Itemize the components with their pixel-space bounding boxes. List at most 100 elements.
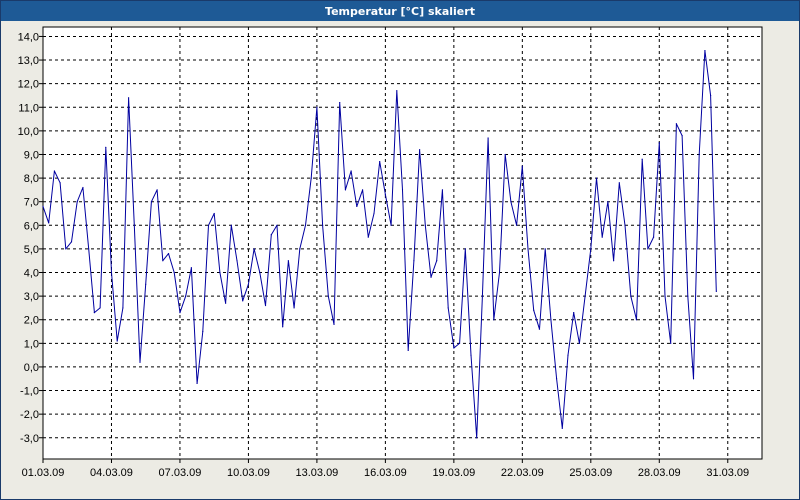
temperature-data-point xyxy=(687,295,689,297)
temperature-data-point xyxy=(584,295,586,297)
y-tick-label: 9,0 xyxy=(24,149,39,161)
temperature-data-point xyxy=(510,201,512,203)
temperature-data-point xyxy=(384,194,386,196)
temperature-data-point xyxy=(647,248,649,250)
temperature-data-point xyxy=(287,260,289,262)
temperature-data-point xyxy=(76,201,78,203)
chart-area: 14,0 13,0 12,0 11,0 10,0 9,0 8,0 7,0 6,0 5,0 4,0 3,… xyxy=(1,21,799,499)
temperature-data-point xyxy=(590,248,592,250)
temperature-data-point xyxy=(327,295,329,297)
x-tick-label: 07.03.09 xyxy=(159,467,202,479)
temperature-data-point xyxy=(310,177,312,179)
temperature-data-point xyxy=(538,328,541,330)
temperature-data-point xyxy=(344,189,347,191)
temperature-data-point xyxy=(367,236,369,238)
y-tick-label: 3,0 xyxy=(24,291,39,303)
temperature-data-point xyxy=(698,153,700,156)
temperature-data-point xyxy=(396,90,398,92)
temperature-data-point xyxy=(635,319,638,321)
y-tick-label: 7,0 xyxy=(24,197,39,209)
temperature-data-point xyxy=(127,97,130,99)
temperature-data-point xyxy=(504,153,506,156)
temperature-data-point xyxy=(476,437,478,439)
temperature-data-point xyxy=(390,224,392,226)
temperature-data-point xyxy=(675,123,678,125)
temperature-data-point xyxy=(105,146,107,148)
temperature-data-point xyxy=(116,340,118,342)
temperature-data-point xyxy=(533,309,535,311)
temperature-data-point xyxy=(464,248,466,250)
temperature-data-point xyxy=(299,248,301,250)
temperature-data-point xyxy=(481,295,483,297)
temperature-data-point xyxy=(624,224,626,226)
y-tick-label: 12,0 xyxy=(18,79,39,91)
temperature-data-point xyxy=(276,224,278,226)
temperature-data-point xyxy=(179,312,181,314)
x-tick-label: 28.03.09 xyxy=(638,467,681,479)
temperature-data-point xyxy=(601,236,603,238)
temperature-data-point xyxy=(202,330,204,333)
temperature-data-point xyxy=(53,170,56,172)
temperature-data-point xyxy=(264,304,267,307)
temperature-data-point xyxy=(65,248,67,250)
temperature-data-point xyxy=(373,212,375,215)
y-tick-label: -3,0 xyxy=(20,433,39,445)
temperature-data-point xyxy=(356,205,358,208)
temperature-data-point xyxy=(270,234,272,236)
temperature-data-point xyxy=(253,248,255,250)
x-tick-label: 31.03.09 xyxy=(706,467,749,479)
temperature-data-point xyxy=(401,189,404,191)
y-tick-label: 0,0 xyxy=(24,362,39,374)
x-axis-ticks: 01.03.09 04.03.09 07.03.09 10.03.09 13.03.09… xyxy=(22,459,749,479)
temperature-data-point xyxy=(630,295,632,297)
temperature-data-point xyxy=(316,106,318,108)
temperature-data-point xyxy=(42,205,44,208)
x-tick-label: 22.03.09 xyxy=(501,467,544,479)
x-tick-label: 10.03.09 xyxy=(227,467,270,479)
temperature-line-chart: 14,0 13,0 12,0 11,0 10,0 9,0 8,0 7,0 6,0 5,0 4,0 3,… xyxy=(18,26,763,479)
chart-window: Temperatur [°C] skaliert 14,0 13,0 12,0 11,… xyxy=(0,0,800,500)
y-tick-label: 13,0 xyxy=(18,55,39,67)
temperature-data-point xyxy=(88,248,90,250)
x-tick-label: 04.03.09 xyxy=(90,467,133,479)
temperature-data-point xyxy=(99,307,101,309)
temperature-data-point xyxy=(607,201,609,203)
temperature-data-point xyxy=(458,342,461,344)
temperature-data-point xyxy=(236,260,238,262)
temperature-data-point xyxy=(225,302,227,304)
temperature-data-point xyxy=(48,222,50,224)
y-axis-ticks: 14,0 13,0 12,0 11,0 10,0 9,0 8,0 7,0 6,0 5,0 4,0 3,… xyxy=(18,31,43,445)
temperature-data-point xyxy=(692,378,695,380)
temperature-data-point xyxy=(173,271,175,274)
temperature-data-point xyxy=(247,283,250,285)
temperature-data-point xyxy=(167,253,170,255)
temperature-data-point xyxy=(573,312,575,314)
temperature-data-point xyxy=(487,137,489,139)
temperature-data-point xyxy=(259,271,261,274)
temperature-data-point xyxy=(156,189,158,191)
y-tick-label: 1,0 xyxy=(24,338,39,350)
temperature-data-point xyxy=(162,260,164,262)
temperature-data-point xyxy=(441,189,444,191)
temperature-data-point xyxy=(527,248,529,250)
x-tick-label: 25.03.09 xyxy=(569,467,612,479)
temperature-data-point xyxy=(641,158,643,160)
temperature-data-point xyxy=(516,224,518,226)
y-tick-label: 10,0 xyxy=(18,126,39,138)
temperature-data-point xyxy=(196,382,198,385)
temperature-data-point xyxy=(710,94,712,97)
y-tick-label: 8,0 xyxy=(24,173,39,185)
temperature-data-point xyxy=(82,186,84,189)
temperature-data-point xyxy=(424,224,426,226)
temperature-data-point xyxy=(139,361,141,363)
temperature-data-point xyxy=(453,347,455,349)
temperature-data-point xyxy=(715,290,717,292)
temperature-data-point xyxy=(704,50,706,52)
temperature-data-point xyxy=(282,326,284,328)
temperature-data-point xyxy=(561,427,563,429)
temperature-data-point xyxy=(413,260,415,262)
temperature-data-point xyxy=(190,267,192,269)
temperature-data-point xyxy=(219,271,221,274)
temperature-data-point xyxy=(150,201,153,203)
x-tick-label: 16.03.09 xyxy=(364,467,407,479)
